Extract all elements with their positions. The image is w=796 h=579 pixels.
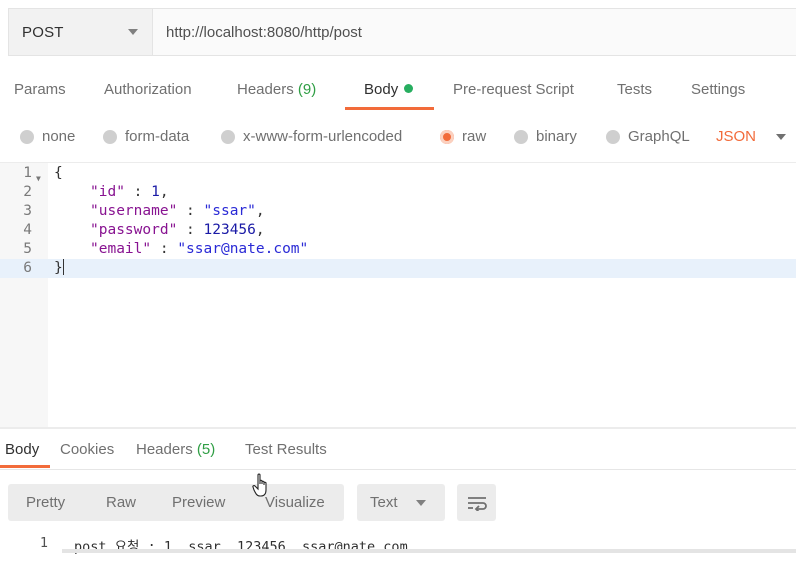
editor-line-current: 6 }: [0, 259, 796, 278]
chevron-down-icon: [776, 133, 787, 140]
tab-authorization[interactable]: Authorization: [104, 70, 192, 110]
radio-none-label: none: [42, 128, 76, 145]
hand-cursor-icon: [252, 473, 267, 497]
resp-tab-body-underline: [0, 465, 50, 468]
tab-headers[interactable]: Headers (9): [237, 70, 316, 110]
wrap-lines-button[interactable]: [457, 484, 496, 521]
json-key: "id": [90, 184, 125, 200]
chevron-down-icon: [128, 29, 138, 35]
tab-body-underline: [345, 107, 434, 110]
line-number: 5: [23, 241, 32, 257]
json-sep: :: [151, 241, 178, 257]
code-text: "username" : "ssar",: [90, 202, 265, 221]
radio-none[interactable]: none: [20, 128, 75, 145]
radio-raw[interactable]: raw: [440, 128, 486, 145]
radio-raw-label: raw: [462, 128, 487, 145]
radio-graphql[interactable]: GraphQL: [606, 128, 690, 145]
view-visualize-button[interactable]: Visualize: [265, 484, 325, 521]
response-view-toggle: Pretty Raw Preview Visualize: [8, 484, 344, 521]
code-text: "id" : 1,: [90, 183, 169, 202]
resp-tab-headers[interactable]: Headers (5): [136, 432, 215, 468]
line-number: 1: [23, 165, 32, 181]
view-raw-button[interactable]: Raw: [106, 484, 136, 521]
radio-urlencoded-label: x-www-form-urlencoded: [243, 128, 403, 145]
tab-prerequest-script[interactable]: Pre-request Script: [453, 70, 574, 110]
radio-graphql-dot: [606, 129, 620, 144]
radio-none-dot: [20, 129, 34, 144]
radio-raw-dot: [440, 129, 454, 144]
wrap-lines-icon: [467, 496, 487, 511]
radio-binary-label: binary: [536, 128, 577, 145]
resp-tab-test-results[interactable]: Test Results: [245, 432, 327, 468]
editor-line: 2 "id" : 1,: [0, 183, 796, 202]
json-value: "ssar@nate.com": [177, 241, 309, 257]
json-comma: ,: [255, 203, 265, 219]
tab-headers-label: Headers: [237, 81, 294, 98]
json-key: "username": [90, 203, 178, 219]
tab-headers-count: (9): [297, 81, 317, 98]
editor-line: 1 ▼ {: [0, 164, 796, 183]
tab-body-label: Body: [364, 81, 399, 98]
json-brace: }: [54, 260, 63, 276]
chevron-down-icon: [415, 499, 426, 506]
editor-line: 5 "email" : "ssar@nate.com": [0, 240, 796, 259]
tab-params[interactable]: Params: [14, 70, 66, 110]
radio-urlencoded-dot: [221, 129, 235, 144]
resp-tab-headers-count: (5): [196, 441, 216, 458]
radio-form-data[interactable]: form-data: [103, 128, 189, 145]
json-value: 123456: [203, 222, 256, 238]
json-value: "ssar": [203, 203, 256, 219]
radio-graphql-label: GraphQL: [628, 128, 690, 145]
json-sep: :: [177, 203, 204, 219]
radio-binary[interactable]: binary: [514, 128, 577, 145]
request-url-bar: POST http://localhost:8080/http/post: [8, 8, 796, 56]
radio-binary-dot: [514, 129, 528, 144]
json-comma: ,: [255, 222, 265, 238]
json-key: "password": [90, 222, 178, 238]
response-divider[interactable]: [0, 427, 796, 429]
view-pretty-button[interactable]: Pretty: [26, 484, 65, 521]
text-cursor: [62, 259, 64, 275]
line-number: 2: [23, 184, 32, 200]
tab-body[interactable]: Body: [364, 70, 414, 110]
editor-line: 4 "password" : 123456,: [0, 221, 796, 240]
body-modified-dot-icon: [404, 84, 414, 93]
code-text: {: [54, 165, 63, 181]
language-select-label: JSON: [716, 128, 757, 145]
body-type-selector: none form-data x-www-form-urlencoded raw…: [0, 120, 796, 154]
json-comma: ,: [159, 184, 169, 200]
json-key: "email": [90, 241, 152, 257]
radio-urlencoded[interactable]: x-www-form-urlencoded: [221, 128, 402, 145]
json-sep: :: [177, 222, 204, 238]
code-text: "password" : 123456,: [90, 221, 265, 240]
response-line-number: 1: [39, 535, 48, 551]
tab-settings[interactable]: Settings: [691, 70, 745, 110]
method-select[interactable]: POST: [9, 9, 153, 55]
json-value: 1: [151, 184, 160, 200]
code-text: }: [54, 259, 64, 278]
editor-line: 3 "username" : "ssar",: [0, 202, 796, 221]
tab-tests[interactable]: Tests: [617, 70, 652, 110]
response-format-label: Text: [370, 494, 398, 511]
response-scrollbar[interactable]: [62, 549, 796, 553]
resp-tab-headers-label: Headers: [136, 441, 193, 458]
radio-form-data-label: form-data: [125, 128, 190, 145]
method-label: POST: [22, 23, 64, 41]
response-format-select[interactable]: Text: [357, 484, 445, 521]
resp-tab-cookies[interactable]: Cookies: [60, 432, 114, 468]
line-number: 3: [23, 203, 32, 219]
resp-tab-body[interactable]: Body: [5, 432, 39, 468]
code-text: "email" : "ssar@nate.com": [90, 240, 308, 259]
view-preview-button[interactable]: Preview: [172, 484, 225, 521]
request-body-editor[interactable]: 1 ▼ { 2 "id" : 1, 3 "username" : "ssar",…: [0, 162, 796, 427]
url-input[interactable]: http://localhost:8080/http/post: [153, 9, 796, 55]
response-tabs-divider: [0, 469, 796, 470]
line-number: 4: [23, 222, 32, 238]
request-tabs: Params Authorization Headers (9) Body Pr…: [0, 70, 796, 110]
radio-form-data-dot: [103, 129, 117, 144]
response-tabs: Body Cookies Headers (5) Test Results: [0, 432, 796, 468]
language-select[interactable]: JSON: [716, 128, 787, 145]
json-sep: :: [124, 184, 152, 200]
line-number: 6: [23, 260, 32, 276]
